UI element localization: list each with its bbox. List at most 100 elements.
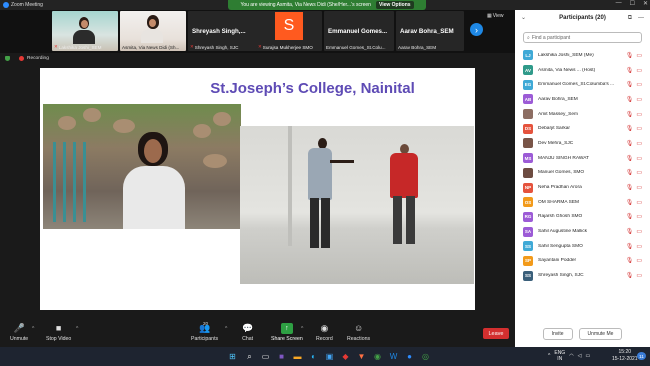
search-icon[interactable]: ⌕ — [243, 350, 256, 363]
participant-row[interactable]: DS Debarjit Sarkar 🎙 ▭ — [515, 121, 650, 136]
chrome-icon[interactable]: ◉ — [371, 350, 384, 363]
mic-muted-icon: 🎙 — [625, 243, 634, 250]
video-tile[interactable]: Emmanuel Gomes... Emmanuel Gomes_St.Colu… — [324, 11, 394, 51]
wifi-icon[interactable]: ◠ — [569, 353, 573, 359]
reactions-button[interactable]: ☺ Reactions — [347, 323, 370, 342]
participant-row[interactable]: NP Neha Pradhan Arora 🎙 ▭ — [515, 180, 650, 195]
participant-row[interactable]: SA Sahil Augustine Mallick 🎙 ▭ — [515, 224, 650, 239]
leave-button[interactable]: Leave — [483, 328, 509, 339]
brave-browser-icon[interactable]: ▼ — [355, 350, 368, 363]
mic-muted-icon: 🎙 — [625, 140, 634, 147]
chevron-down-icon[interactable]: ⌄ — [521, 10, 526, 27]
participant-row[interactable]: OS OM SHARMA SEM 🎙 ▭ — [515, 195, 650, 210]
unmute-me-button[interactable]: Unmute Me — [578, 328, 623, 340]
participants-button[interactable]: 👥 20 Participants — [191, 321, 218, 342]
participant-row[interactable]: SS Shreyash Singh, SJC 🎙 ▭ — [515, 268, 650, 283]
participant-status: 🎙 ▭ — [626, 155, 642, 162]
slide-photo-interview — [240, 126, 474, 284]
participant-row[interactable]: MS MANJU SINGH RAWAT 🎙 ▭ — [515, 151, 650, 166]
fence — [83, 142, 86, 222]
mic-muted-icon: 🎙 — [625, 52, 634, 59]
participant-row[interactable]: AB Aarav Bohra_SEM 🎙 ▭ — [515, 92, 650, 107]
participant-row[interactable]: LJ Lakshika Joshi_SEM (Me) 🎙 ▭ — [515, 48, 650, 63]
mic-muted-icon: 🎙 — [625, 185, 634, 192]
participant-avatar: OS — [523, 197, 533, 208]
shield-icon[interactable] — [5, 56, 10, 61]
notification-badge[interactable]: 11 — [637, 352, 646, 360]
panel-header: ⌄ Participants (20) ⧉ — — [515, 10, 650, 27]
whatsapp-icon[interactable]: ◎ — [419, 350, 432, 363]
participant-row[interactable]: EG Emmanuel Gomes_St.Columba's ... 🎙 ▭ — [515, 77, 650, 92]
share-screen-button[interactable]: ↑ Share Screen — [271, 323, 303, 342]
windows-start-icon[interactable]: ⊞ — [226, 350, 239, 363]
monkey — [83, 108, 101, 122]
next-page-button[interactable]: › — [470, 23, 483, 36]
title-area: Zoom Meeting — [3, 2, 43, 8]
participant-name: Shreyash Singh, SJC — [538, 273, 584, 279]
minimize-icon[interactable]: — — [616, 0, 622, 7]
mic-muted-icon: 🎙 — [625, 170, 634, 177]
participant-row[interactable]: SP Sayantani Podder 🎙 ▭ — [515, 254, 650, 269]
zoom-taskbar-icon[interactable]: ● — [403, 350, 416, 363]
participant-search-input[interactable]: ⌕ Find a participant — [523, 32, 642, 43]
language-indicator[interactable]: ENG IN — [554, 350, 565, 362]
participant-row[interactable]: Amit Massey_Sem 🎙 ▭ — [515, 107, 650, 122]
edge-icon[interactable]: ◐ — [307, 350, 320, 363]
speaker-icon[interactable]: ◁ — [578, 353, 582, 359]
video-off-icon: ▭ — [636, 140, 642, 147]
participant-row[interactable]: AV Asmita, Via News ... (Host) 🎙 ▭ — [515, 63, 650, 78]
person-leg — [406, 196, 415, 244]
stop-video-button[interactable]: ■ Stop Video — [46, 323, 71, 342]
chevron-up-icon[interactable]: ^ — [301, 326, 303, 332]
view-options-button[interactable]: View Options — [375, 1, 414, 9]
video-off-icon: ▭ — [636, 155, 642, 162]
chevron-up-icon[interactable]: ^ — [548, 353, 550, 359]
speaker-face — [144, 139, 162, 163]
store-icon[interactable]: ▣ — [323, 350, 336, 363]
participant-name: Sahil Sengupta SMO — [538, 243, 583, 249]
video-off-icon: ▭ — [636, 111, 642, 118]
teams-icon[interactable]: ■ — [275, 350, 288, 363]
participant-name: Manuel Gomes, SMO — [538, 170, 585, 176]
view-button[interactable]: ▦ View — [487, 13, 503, 19]
office-icon[interactable]: ◆ — [339, 350, 352, 363]
chat-button[interactable]: 💬 Chat — [242, 323, 253, 342]
unmute-button[interactable]: 🎤 Unmute — [10, 323, 28, 342]
participant-avatar: MS — [523, 153, 533, 164]
share-screen-icon: ↑ — [280, 323, 293, 334]
popout-icon[interactable]: ⧉ — [628, 10, 632, 27]
face — [80, 20, 88, 28]
participant-avatar: AB — [523, 94, 533, 105]
video-tile[interactable]: Aarav Bohra_SEM Aarav Bohra_SEM — [396, 11, 464, 51]
shared-screen: St.Joseph’s College, Nainital — [40, 68, 475, 310]
monkey — [213, 112, 231, 126]
close-panel-icon[interactable]: — — [638, 10, 644, 27]
record-button[interactable]: ◉ Record — [316, 323, 333, 342]
chevron-up-icon[interactable]: ^ — [225, 326, 227, 332]
clock[interactable]: 15:20 15-12-2021 — [612, 349, 638, 363]
task-view-icon[interactable]: ▭ — [259, 350, 272, 363]
file-explorer-icon[interactable]: ▬ — [291, 350, 304, 363]
avatar: S — [275, 12, 303, 40]
window-title: Zoom Meeting — [11, 2, 43, 8]
maximize-icon[interactable]: ☐ — [630, 0, 635, 7]
title-bar: Zoom Meeting You are viewing Asmita, Via… — [0, 0, 650, 10]
participant-name: Amit Massey_Sem — [538, 111, 578, 117]
mic-muted-icon: 🎙 — [625, 126, 634, 133]
chevron-up-icon[interactable]: ^ — [76, 326, 78, 332]
word-icon[interactable]: W — [387, 350, 400, 363]
participant-row[interactable]: SS Sahil Sengupta SMO 🎙 ▭ — [515, 239, 650, 254]
participant-row[interactable]: Manuel Gomes, SMO 🎙 ▭ — [515, 166, 650, 181]
battery-icon[interactable]: ▭ — [585, 353, 590, 359]
recording-label[interactable]: Recording — [27, 56, 49, 61]
participant-avatar: SA — [523, 226, 533, 237]
participant-row[interactable]: RG Rajarsh Ghosh SMO 🎙 ▭ — [515, 210, 650, 225]
video-tile[interactable]: Asmita, Via News Didi (Sh... — [120, 11, 186, 51]
invite-button[interactable]: Invite — [542, 328, 573, 340]
chevron-up-icon[interactable]: ^ — [32, 326, 34, 332]
video-tile[interactable]: S ✕ Surajsa Mukherjee SMO — [256, 11, 322, 51]
viewing-text: You are viewing Asmita, Via News Didi (S… — [240, 2, 371, 8]
close-icon[interactable]: ✕ — [643, 0, 648, 7]
participant-row[interactable]: Dev Mehra_SJC 🎙 ▭ — [515, 136, 650, 151]
video-tile[interactable]: ✕ Lakshika Joshi_SEM — [52, 11, 118, 51]
